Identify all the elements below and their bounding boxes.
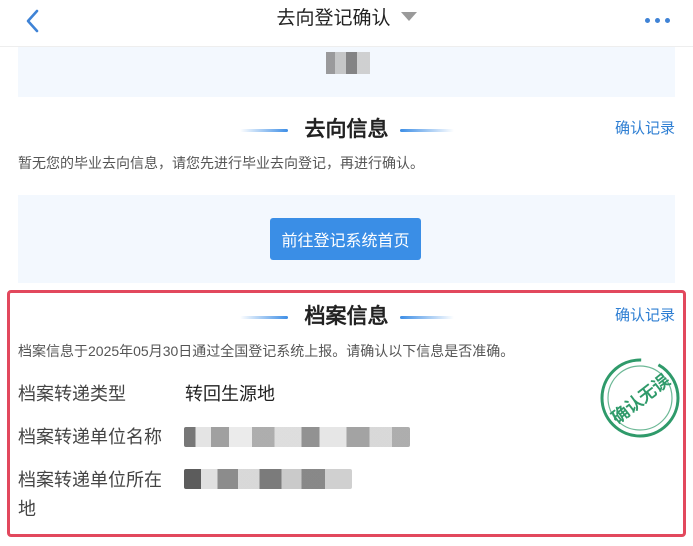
more-button[interactable]	[643, 8, 673, 32]
destination-record-link[interactable]: 确认记录	[615, 119, 675, 139]
blurred-content	[326, 52, 370, 74]
field-value-unit-name-redacted	[184, 427, 410, 447]
title-decoration-right	[400, 316, 454, 319]
caret-down-icon	[400, 12, 417, 21]
go-registration-home-button[interactable]: 前往登记系统首页	[270, 218, 421, 260]
title-decoration-right	[400, 129, 454, 132]
archive-record-link[interactable]: 确认记录	[615, 306, 675, 326]
svg-text:确认无误: 确认无误	[608, 369, 675, 428]
destination-section-title: 去向信息	[304, 118, 389, 141]
confirmed-stamp: 确认无误	[598, 356, 682, 440]
field-label-transfer-type: 档案转递类型	[18, 384, 126, 404]
archive-section-title: 档案信息	[304, 305, 389, 328]
destination-notice: 暂无您的毕业去向信息，请您先进行毕业去向登记，再进行确认。	[18, 155, 424, 171]
field-label-unit-location: 档案转递单位所在	[18, 470, 162, 490]
field-label-unit-location-cont: 地	[18, 499, 36, 519]
page-title: 去向登记确认	[276, 8, 391, 29]
archive-notice: 档案信息于2025年05月30日通过全国登记系统上报。请确认以下信息是否准确。	[18, 343, 515, 359]
field-value-transfer-type: 转回生源地	[185, 384, 275, 404]
top-nav-bar: 去向登记确认	[0, 0, 693, 47]
field-label-unit-name: 档案转递单位名称	[18, 427, 162, 447]
stamp-seal-icon: 确认无误	[600, 358, 680, 438]
field-value-unit-location-redacted	[184, 469, 352, 489]
page-title-dropdown[interactable]: 去向登记确认	[0, 6, 693, 32]
